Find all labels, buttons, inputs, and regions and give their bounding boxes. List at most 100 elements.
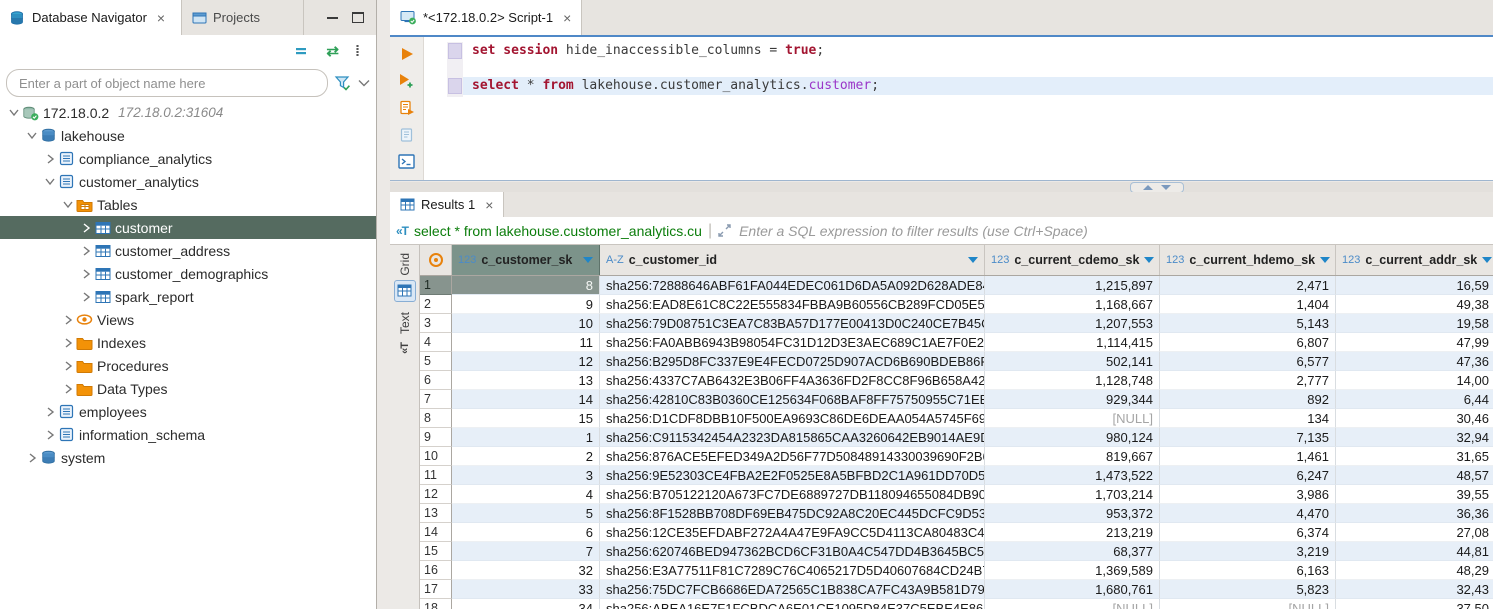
chevron-down-icon[interactable] <box>24 131 40 140</box>
chevron-down-icon[interactable] <box>6 108 22 117</box>
grid-cell-c_current_addr_sk[interactable]: 47,36 <box>1336 352 1493 371</box>
tree-item-lakehouse[interactable]: lakehouse <box>0 124 376 147</box>
grid-cell-c_customer_id[interactable]: sha256:12CE35EFDABF272A4A47E9FA9CC5D4113… <box>600 523 985 542</box>
row-number[interactable]: 13 <box>420 504 452 523</box>
grid-cell-c_customer_sk[interactable]: 2 <box>452 447 600 466</box>
execute-script-icon[interactable] <box>399 100 415 116</box>
grid-cell-c_current_hdemo_sk[interactable]: 6,247 <box>1160 466 1336 485</box>
grid-cell-c_customer_id[interactable]: sha256:FA0ABB6943B98054FC31D12D3E3AEC689… <box>600 333 985 352</box>
grid-cell-c_customer_id[interactable]: sha256:B705122120A673FC7DE6889727DB11809… <box>600 485 985 504</box>
grid-cell-c_current_cdemo_sk[interactable]: [NULL] <box>985 599 1160 609</box>
grid-cell-c_current_addr_sk[interactable]: 19,58 <box>1336 314 1493 333</box>
grid-cell-c_customer_id[interactable]: sha256:620746BED947362BCD6CF31B0A4C547DD… <box>600 542 985 561</box>
grid-cell-c_customer_id[interactable]: sha256:ABEA16E7F1FCBDCA6E01CE1095D84E37C… <box>600 599 985 609</box>
tree-item-procedures[interactable]: Procedures <box>0 354 376 377</box>
column-filter-arrow-icon[interactable] <box>968 257 978 263</box>
grid-cell-c_current_addr_sk[interactable]: 27,08 <box>1336 523 1493 542</box>
chevron-right-icon[interactable] <box>60 360 76 372</box>
view-menu-icon[interactable]: ⁞ <box>355 44 360 59</box>
grid-cell-c_current_addr_sk[interactable]: 48,57 <box>1336 466 1493 485</box>
grid-cell-c_current_addr_sk[interactable]: 36,36 <box>1336 504 1493 523</box>
presentation-tab-grid[interactable]: Grid <box>394 253 416 302</box>
grid-cell-c_current_cdemo_sk[interactable]: [NULL] <box>985 409 1160 428</box>
grid-cell-c_customer_sk[interactable]: 13 <box>452 371 600 390</box>
row-number[interactable]: 1 <box>420 276 452 295</box>
row-number[interactable]: 12 <box>420 485 452 504</box>
grid-cell-c_customer_id[interactable]: sha256:C9115342454A2323DA815865CAA326064… <box>600 428 985 447</box>
tree-item-compliance-analytics[interactable]: compliance_analytics <box>0 147 376 170</box>
column-filter-arrow-icon[interactable] <box>1144 257 1154 263</box>
tree-item-customer-analytics[interactable]: customer_analytics <box>0 170 376 193</box>
grid-cell-c_current_addr_sk[interactable]: 16,59 <box>1336 276 1493 295</box>
chevron-right-icon[interactable] <box>60 314 76 326</box>
column-header-c_customer_id[interactable]: A-Zc_customer_id <box>600 245 985 275</box>
grid-cell-c_customer_sk[interactable]: 3 <box>452 466 600 485</box>
results-filter-input[interactable] <box>737 222 1487 240</box>
row-number[interactable]: 10 <box>420 447 452 466</box>
grid-cell-c_current_addr_sk[interactable]: 14,00 <box>1336 371 1493 390</box>
grid-cell-c_current_addr_sk[interactable]: 30,46 <box>1336 409 1493 428</box>
grid-cell-c_current_cdemo_sk[interactable]: 502,141 <box>985 352 1160 371</box>
grid-cell-c_customer_sk[interactable]: 4 <box>452 485 600 504</box>
grid-cell-c_customer_sk[interactable]: 5 <box>452 504 600 523</box>
grid-cell-c_current_cdemo_sk[interactable]: 929,344 <box>985 390 1160 409</box>
expand-results-icon[interactable] <box>718 224 731 237</box>
column-header-c_customer_sk[interactable]: 123c_customer_sk <box>452 245 600 275</box>
grid-cell-c_customer_id[interactable]: sha256:4337C7AB6432E3B06FF4A3636FD2F8CC8… <box>600 371 985 390</box>
grid-cell-c_current_hdemo_sk[interactable]: [NULL] <box>1160 599 1336 609</box>
grid-cell-c_current_hdemo_sk[interactable]: 2,471 <box>1160 276 1336 295</box>
grid-cell-c_customer_sk[interactable]: 9 <box>452 295 600 314</box>
grid-cell-c_current_hdemo_sk[interactable]: 7,135 <box>1160 428 1336 447</box>
minimize-icon[interactable] <box>327 17 338 19</box>
grid-cell-c_current_cdemo_sk[interactable]: 953,372 <box>985 504 1160 523</box>
grid-cell-c_current_addr_sk[interactable]: 31,65 <box>1336 447 1493 466</box>
grid-cell-c_current_hdemo_sk[interactable]: 6,374 <box>1160 523 1336 542</box>
grid-cell-c_customer_sk[interactable]: 7 <box>452 542 600 561</box>
row-number[interactable]: 2 <box>420 295 452 314</box>
grid-cell-c_current_cdemo_sk[interactable]: 1,473,522 <box>985 466 1160 485</box>
grid-cell-c_current_hdemo_sk[interactable]: 2,777 <box>1160 371 1336 390</box>
row-number[interactable]: 3 <box>420 314 452 333</box>
grid-cell-c_customer_id[interactable]: sha256:EAD8E61C8C22E555834FBBA9B60556CB2… <box>600 295 985 314</box>
maximize-icon[interactable] <box>352 12 364 23</box>
tree-item-customer-address[interactable]: customer_address <box>0 239 376 262</box>
grid-cell-c_customer_id[interactable]: sha256:75DC7FCB6686EDA72565C1B838CA7FC43… <box>600 580 985 599</box>
collapse-all-icon[interactable] <box>295 45 310 57</box>
grid-cell-c_current_hdemo_sk[interactable]: 3,219 <box>1160 542 1336 561</box>
row-number[interactable]: 11 <box>420 466 452 485</box>
grid-cell-c_current_hdemo_sk[interactable]: 6,577 <box>1160 352 1336 371</box>
column-header-c_current_addr_sk[interactable]: 123c_current_addr_sk <box>1336 245 1493 275</box>
collapse-down-icon[interactable] <box>1161 185 1171 190</box>
close-icon[interactable]: × <box>563 11 571 25</box>
row-number[interactable]: 8 <box>420 409 452 428</box>
grid-cell-c_current_cdemo_sk[interactable]: 1,207,553 <box>985 314 1160 333</box>
grid-cell-c_current_addr_sk[interactable]: 49,38 <box>1336 295 1493 314</box>
tree-item-customer-demographics[interactable]: customer_demographics <box>0 262 376 285</box>
grid-cell-c_current_cdemo_sk[interactable]: 213,219 <box>985 523 1160 542</box>
collapse-up-icon[interactable] <box>1143 185 1153 190</box>
tab-results-1[interactable]: Results 1 × <box>390 192 504 217</box>
grid-cell-c_customer_sk[interactable]: 32 <box>452 561 600 580</box>
row-number[interactable]: 18 <box>420 599 452 609</box>
grid-cell-c_current_hdemo_sk[interactable]: 4,470 <box>1160 504 1336 523</box>
tree-item-spark-report[interactable]: spark_report <box>0 285 376 308</box>
tab-database-navigator[interactable]: Database Navigator × <box>0 0 182 35</box>
object-filter-input[interactable] <box>6 69 328 97</box>
grid-cell-c_customer_id[interactable]: sha256:B295D8FC337E9E4FECD0725D907ACD6B6… <box>600 352 985 371</box>
chevron-right-icon[interactable] <box>42 406 58 418</box>
tree-item-tables[interactable]: Tables <box>0 193 376 216</box>
grid-cell-c_current_cdemo_sk[interactable]: 1,168,667 <box>985 295 1160 314</box>
grid-cell-c_current_addr_sk[interactable]: 48,29 <box>1336 561 1493 580</box>
close-icon[interactable]: × <box>157 11 165 25</box>
grid-cell-c_current_addr_sk[interactable]: 47,99 <box>1336 333 1493 352</box>
grid-cell-c_customer_sk[interactable]: 10 <box>452 314 600 333</box>
grid-cell-c_current_addr_sk[interactable]: 37,50 <box>1336 599 1493 609</box>
chevron-down-icon[interactable] <box>358 79 370 87</box>
tree-item-system[interactable]: system <box>0 446 376 469</box>
tree-item-customer[interactable]: customer <box>0 216 376 239</box>
grid-cell-c_current_cdemo_sk[interactable]: 1,114,415 <box>985 333 1160 352</box>
tree-item-employees[interactable]: employees <box>0 400 376 423</box>
grid-cell-c_current_addr_sk[interactable]: 32,94 <box>1336 428 1493 447</box>
grid-cell-c_current_cdemo_sk[interactable]: 819,667 <box>985 447 1160 466</box>
grid-cell-c_current_hdemo_sk[interactable]: 6,163 <box>1160 561 1336 580</box>
